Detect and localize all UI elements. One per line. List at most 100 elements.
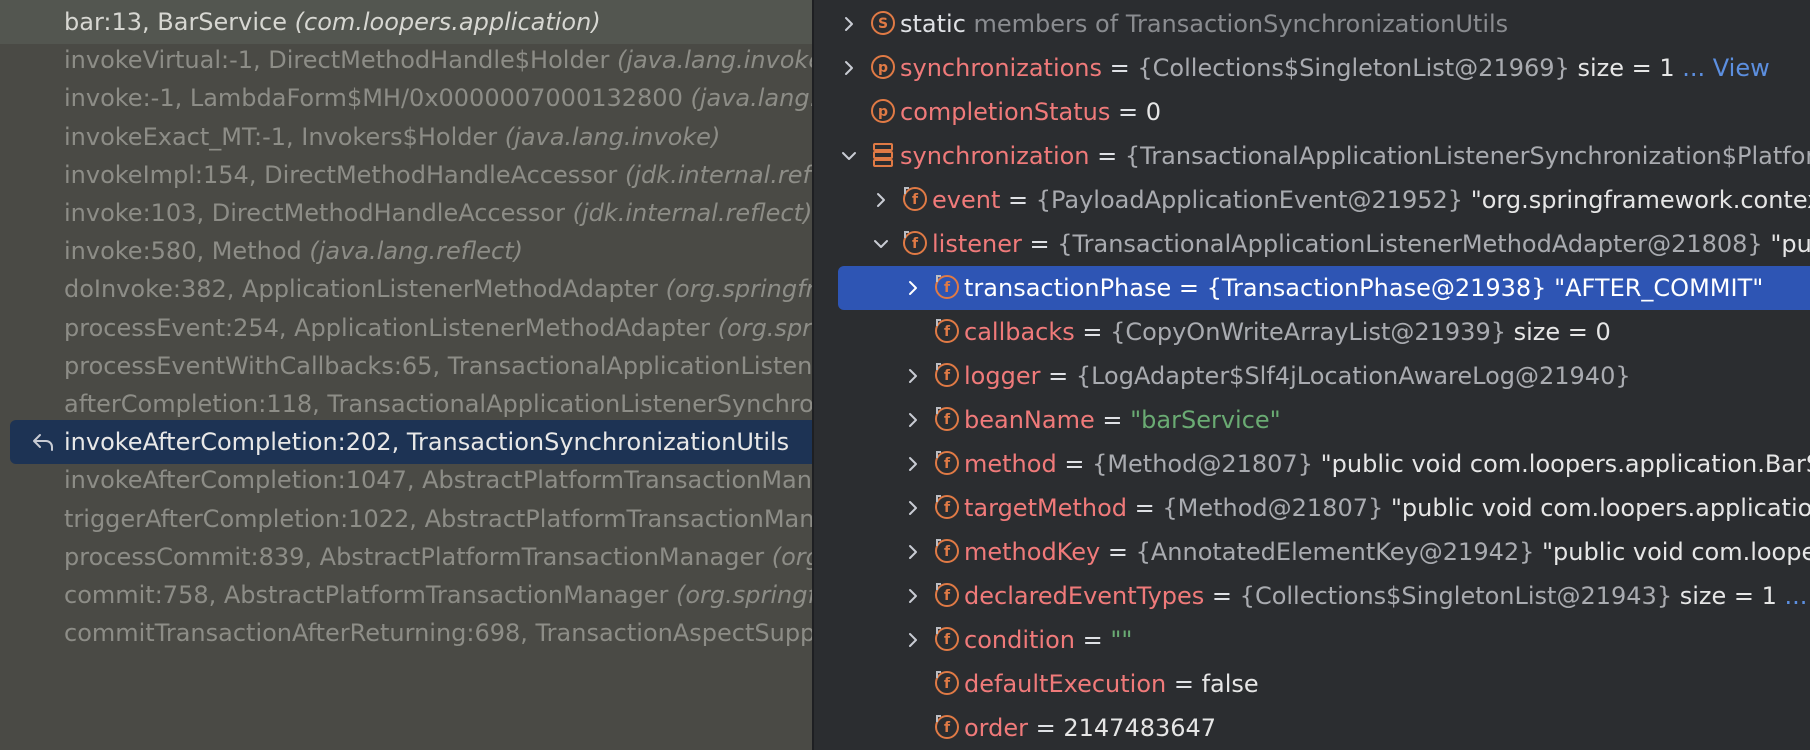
svg-text:f: f (944, 500, 951, 516)
svg-text:f: f (944, 544, 951, 560)
variable-row[interactable]: f methodKey = {AnnotatedElementKey@21942}… (814, 530, 1810, 574)
variable-text: targetMethod = {Method@21807} "public vo… (964, 486, 1810, 530)
variable-row[interactable]: f listener = {TransactionalApplicationLis… (814, 222, 1810, 266)
field-icon: f (934, 626, 960, 652)
variable-row[interactable]: f targetMethod = {Method@21807} "public v… (814, 486, 1810, 530)
variable-name: declaredEventTypes (964, 582, 1205, 610)
variable-value: "public void com.loopers.application.Bar… (1390, 494, 1810, 522)
property-icon: p (870, 54, 896, 80)
frame-method: processCommit:839, AbstractPlatformTrans… (64, 542, 772, 571)
variable-reference: {TransactionPhase@21938} (1206, 274, 1547, 302)
frame-method: processEvent:254, ApplicationListenerMet… (64, 313, 718, 342)
chevron-right-icon[interactable] (900, 266, 926, 310)
variable-text: condition = "" (964, 618, 1132, 662)
frame-method: bar:13, BarService (64, 8, 295, 36)
variable-value: false (1201, 670, 1259, 698)
variable-text: transactionPhase = {TransactionPhase@219… (964, 266, 1763, 310)
chevron-right-icon[interactable] (868, 178, 894, 222)
equals-sign: = (1000, 186, 1036, 214)
variable-row[interactable]: synchronization = {TransactionalApplicat… (814, 134, 1810, 178)
frame-method: invoke:580, Method (64, 237, 310, 266)
variable-reference: {Collections$SingletonList@21943} (1239, 582, 1673, 610)
variable-reference: {CopyOnWriteArrayList@21939} (1110, 318, 1506, 346)
variable-value: "AFTER_COMMIT" (1546, 274, 1764, 302)
variable-text: methodKey = {AnnotatedElementKey@21942} … (964, 530, 1810, 574)
equals-sign: = (1089, 142, 1125, 170)
variable-text: order = 2147483647 (964, 706, 1216, 750)
variable-value: "public void com.loopers.application.Bar… (1542, 538, 1810, 566)
frame-method: triggerAfterCompletion:1022, AbstractPla… (64, 504, 812, 533)
variable-value: "org.springframework.context.PayloadAppl… (1470, 186, 1810, 214)
chevron-right-icon[interactable] (900, 530, 926, 574)
variable-row[interactable]: p completionStatus = 0 (814, 90, 1810, 134)
variable-row[interactable]: f event = {PayloadApplicationEvent@21952}… (814, 178, 1810, 222)
field-icon: f (934, 582, 960, 608)
variable-text: listener = {TransactionalApplicationList… (932, 222, 1810, 266)
variable-text: event = {PayloadApplicationEvent@21952} … (932, 178, 1810, 222)
variable-text: method = {Method@21807} "public void com… (964, 442, 1810, 486)
variable-row[interactable]: f order = 2147483647 (814, 706, 1810, 750)
equals-sign: = (1204, 582, 1240, 610)
variable-name: static (900, 10, 966, 38)
field-icon: f (934, 670, 960, 696)
svg-text:f: f (944, 676, 951, 692)
svg-text:f: f (944, 368, 951, 384)
view-link[interactable]: ... View (1777, 582, 1810, 610)
chevron-right-icon[interactable] (900, 354, 926, 398)
variable-name: synchronizations (900, 54, 1103, 82)
equals-sign: = (1094, 406, 1131, 434)
variable-row[interactable]: f method = {Method@21807} "public void co… (814, 442, 1810, 486)
variable-text: callbacks = {CopyOnWriteArrayList@21939}… (964, 310, 1611, 354)
variable-reference: {LogAdapter$Slf4jLocationAwareLog@21940} (1075, 362, 1631, 390)
variable-reference: {Collections$SingletonList@21969} (1137, 54, 1570, 82)
equals-sign: = (1040, 362, 1076, 390)
variable-reference: {AnnotatedElementKey@21942} (1135, 538, 1535, 566)
frame-method: invokeExact_MT:-1, Invokers$Holder (64, 122, 505, 151)
chevron-right-icon[interactable] (900, 442, 926, 486)
svg-text:f: f (944, 456, 951, 472)
chevron-right-icon[interactable] (836, 46, 862, 90)
svg-text:f: f (944, 280, 951, 296)
variable-row[interactable]: Sstatic members of TransactionSynchroniz… (814, 2, 1810, 46)
svg-text:f: f (944, 632, 951, 648)
frame-method: afterCompletion:118, TransactionalApplic… (64, 390, 812, 418)
variable-row[interactable]: f callbacks = {CopyOnWriteArrayList@21939… (814, 310, 1810, 354)
frame-row[interactable]: commitTransactionAfterReturning:698, Tra… (0, 611, 812, 655)
variable-value: size = 1 (1569, 54, 1675, 82)
variable-reference: {TransactionalApplicationListenerMethodA… (1057, 230, 1763, 258)
chevron-right-icon[interactable] (900, 486, 926, 530)
equals-sign: = (1126, 494, 1163, 522)
variable-row[interactable]: f condition = "" (814, 618, 1810, 662)
chevron-right-icon[interactable] (900, 574, 926, 618)
equals-sign: = (1110, 98, 1146, 126)
chevron-right-icon[interactable] (836, 2, 862, 46)
chevron-right-icon[interactable] (900, 618, 926, 662)
variable-row[interactable]: f defaultExecution = false (814, 662, 1810, 706)
svg-text:f: f (944, 412, 951, 428)
variable-name: transactionPhase (964, 274, 1172, 302)
variable-value: 0 (1145, 98, 1162, 126)
frame-package: (java.lang.invoke) (616, 46, 812, 75)
svg-text:S: S (878, 16, 888, 32)
variable-row[interactable]: f logger = {LogAdapter$Slf4jLocationAware… (814, 354, 1810, 398)
variable-text: synchronizations = {Collections$Singleto… (900, 46, 1770, 90)
equals-sign: = (1028, 714, 1064, 742)
chevron-down-icon[interactable] (868, 222, 894, 266)
variable-value: size = 1 (1672, 582, 1777, 610)
variable-row[interactable]: f declaredEventTypes = {Collections$Singl… (814, 574, 1810, 618)
variable-value: members of TransactionSynchronizationUti… (965, 10, 1509, 38)
variable-text: logger = {LogAdapter$Slf4jLocationAwareL… (964, 354, 1631, 398)
frame-package: (jdk.internal.reflect) (624, 160, 812, 189)
chevron-down-icon[interactable] (836, 134, 862, 178)
variable-text: defaultExecution = false (964, 662, 1259, 706)
variable-row[interactable]: f beanName = "barService" (814, 398, 1810, 442)
chevron-right-icon[interactable] (900, 398, 926, 442)
variable-name: condition (964, 626, 1075, 654)
frame-method: invokeVirtual:-1, DirectMethodHandle$Hol… (64, 46, 617, 75)
variable-row[interactable]: p synchronizations = {Collections$Singlet… (814, 46, 1810, 90)
variable-value: 2147483647 (1063, 714, 1217, 742)
view-link[interactable]: ... View (1675, 54, 1769, 82)
variable-row[interactable]: f transactionPhase = {TransactionPhase@21… (838, 266, 1810, 310)
equals-sign: = (1166, 670, 1202, 698)
field-icon: f (934, 714, 960, 740)
